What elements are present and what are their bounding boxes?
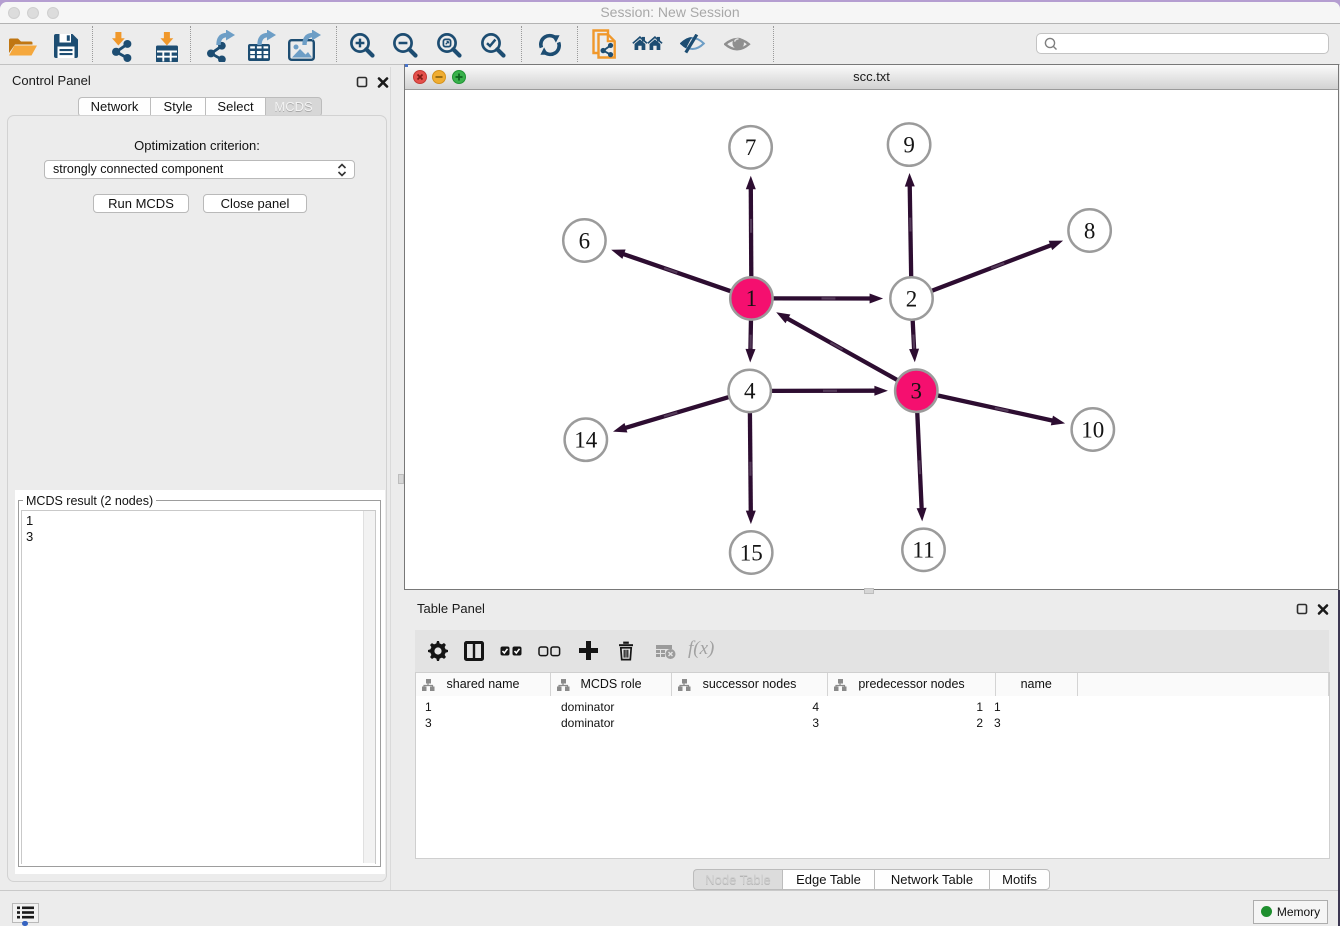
svg-text:7: 7 — [745, 135, 757, 160]
svg-text:6: 6 — [579, 228, 591, 253]
svg-text:2: 2 — [906, 286, 918, 311]
svg-text:9: 9 — [903, 132, 915, 157]
svg-text:10: 10 — [1081, 417, 1104, 442]
svg-text:8: 8 — [1084, 218, 1096, 243]
svg-text:1: 1 — [746, 286, 758, 311]
svg-text:15: 15 — [740, 540, 763, 565]
svg-text:4: 4 — [744, 379, 756, 404]
svg-text:3: 3 — [911, 379, 923, 404]
svg-text:14: 14 — [574, 428, 598, 453]
svg-text:11: 11 — [912, 538, 934, 563]
